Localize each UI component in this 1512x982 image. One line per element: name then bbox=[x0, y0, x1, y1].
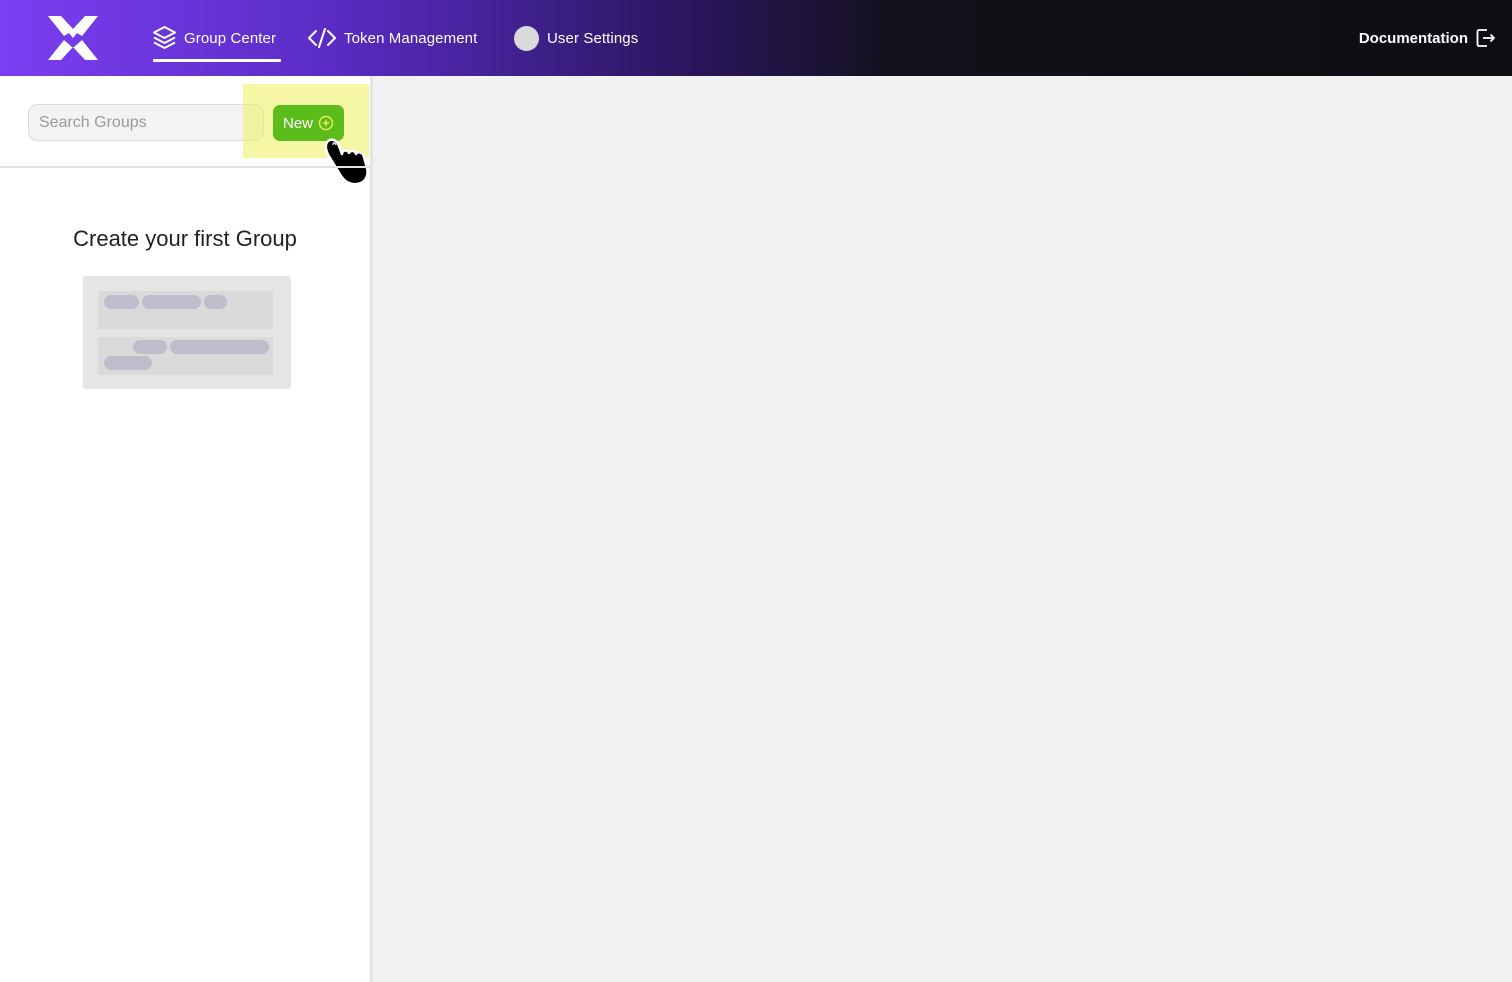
sidebar-divider bbox=[0, 166, 370, 168]
code-icon bbox=[308, 28, 336, 48]
avatar-icon bbox=[514, 25, 539, 51]
documentation-link[interactable]: Documentation bbox=[1359, 0, 1496, 76]
main-content-area bbox=[373, 76, 1512, 982]
search-groups-input[interactable] bbox=[28, 104, 264, 141]
plus-circle-icon bbox=[318, 115, 334, 131]
top-navigation-bar: Group Center Token Management User Setti… bbox=[0, 0, 1512, 76]
empty-state-title: Create your first Group bbox=[73, 226, 297, 251]
nav-label: Group Center bbox=[184, 29, 277, 47]
layers-icon bbox=[153, 26, 176, 50]
placeholder-row bbox=[98, 337, 273, 375]
logo-icon[interactable] bbox=[48, 16, 98, 60]
nav-label: User Settings bbox=[547, 29, 639, 47]
empty-state-illustration bbox=[83, 276, 291, 389]
nav-user-settings[interactable]: User Settings bbox=[514, 0, 638, 76]
nav-group-center[interactable]: Group Center bbox=[153, 0, 276, 76]
placeholder-row bbox=[98, 291, 273, 329]
documentation-label: Documentation bbox=[1358, 29, 1468, 47]
external-link-icon bbox=[1476, 28, 1496, 48]
new-button-label: New bbox=[282, 114, 313, 132]
hand-pointer-cursor-icon bbox=[324, 138, 369, 186]
nav-label: Token Management bbox=[344, 29, 478, 47]
nav-token-management[interactable]: Token Management bbox=[308, 0, 477, 76]
active-tab-indicator bbox=[153, 59, 281, 62]
groups-sidebar: New Create your first Group bbox=[0, 76, 373, 982]
